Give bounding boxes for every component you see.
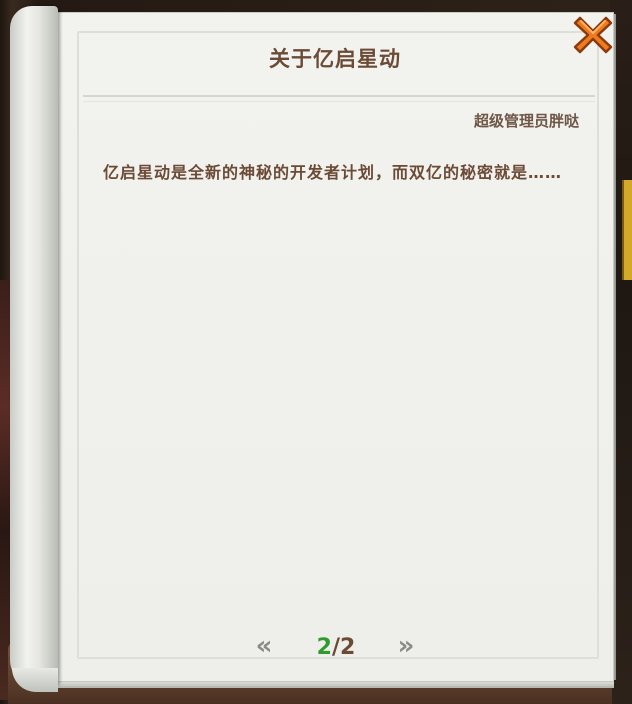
page-separator: /	[331, 635, 341, 660]
book-page: 关于亿启星动 超级管理员胖哒 亿启星动是全新的神秘的开发者计划，而双亿的秘密就是…	[56, 12, 614, 682]
author-name: 超级管理员胖哒	[473, 112, 579, 130]
current-page-number: 2	[316, 635, 332, 660]
total-pages: 2	[340, 635, 356, 660]
body-text: 亿启星动是全新的神秘的开发者计划，而双亿的秘密就是……	[103, 163, 563, 182]
title-divider	[83, 95, 595, 102]
close-x-icon	[573, 16, 613, 54]
game-scene: 关于亿启星动 超级管理员胖哒 亿启星动是全新的神秘的开发者计划，而双亿的秘密就是…	[0, 0, 632, 704]
book-spine	[10, 6, 58, 686]
close-button[interactable]	[572, 14, 614, 56]
background-sign	[622, 180, 632, 280]
pagination: « 2/2 »	[57, 631, 613, 661]
prev-page-button[interactable]: «	[249, 631, 279, 661]
dialog-title: 关于亿启星动	[269, 47, 401, 71]
next-page-button[interactable]: »	[391, 631, 421, 661]
